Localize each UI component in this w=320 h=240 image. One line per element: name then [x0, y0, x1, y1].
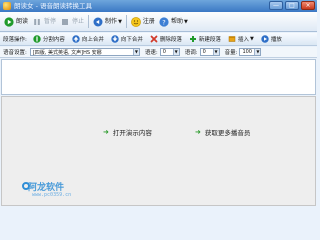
- chevron-down-icon: ▼: [132, 49, 139, 55]
- window-controls: — □ ×: [269, 1, 315, 10]
- help-label: 帮助: [170, 17, 183, 25]
- merge-down-label: 向下合并: [120, 37, 143, 43]
- pitch-select-value: 0: [202, 49, 206, 55]
- plus-icon: [189, 35, 197, 43]
- register-label: 注册: [142, 17, 155, 25]
- speed-select-value: 0: [162, 49, 166, 55]
- insert-label: 插入: [237, 37, 249, 43]
- chevron-down-icon: ▼: [254, 49, 261, 55]
- split-content-label: 分割内容: [42, 37, 65, 43]
- speed-label: 语速:: [144, 50, 158, 56]
- app-icon: [3, 2, 11, 10]
- get-more-voices-link[interactable]: ➜ 获取更多播音员: [195, 127, 250, 137]
- play-icon: [4, 16, 14, 27]
- delete-x-icon: [150, 35, 158, 43]
- text-content-area[interactable]: [1, 59, 316, 95]
- merge-up-label: 向上合并: [81, 37, 104, 43]
- pause-label: 暂停: [44, 17, 57, 25]
- window-title: 朗读女 - 语音朗读转换工具: [14, 2, 92, 10]
- stop-button[interactable]: 停止: [58, 14, 86, 30]
- play-paragraph-label: 播放: [270, 37, 282, 43]
- help-button[interactable]: ? 帮助 ▼: [157, 14, 190, 30]
- insert-icon: [228, 35, 236, 43]
- main-toolbar: 朗读 暂停 停止 制作 ▼ 注册 ? 帮助 ▼: [0, 12, 317, 32]
- arrow-up-icon: [72, 35, 80, 43]
- watermark: 阿龙软件 www.pc0359.cn: [4, 178, 84, 202]
- volume-select-value: 100: [242, 49, 252, 55]
- play-label: 朗读: [16, 17, 29, 25]
- open-demo-content-link[interactable]: ➜ 打开演示内容: [103, 127, 152, 137]
- volume-select[interactable]: 100 ▼: [239, 48, 262, 56]
- chevron-down-icon: ▼: [212, 49, 219, 55]
- minimize-button[interactable]: —: [269, 1, 283, 10]
- pause-icon: [32, 17, 42, 27]
- speed-select[interactable]: 0 ▼: [159, 48, 180, 56]
- volume-label: 音量:: [224, 50, 238, 56]
- merge-up-button[interactable]: 向上合并: [70, 34, 106, 45]
- new-paragraph-button[interactable]: 新建段落: [187, 34, 223, 45]
- chevron-down-icon: ▼: [172, 49, 179, 55]
- chevron-down-icon: ▼: [249, 36, 254, 42]
- toolbar-divider: [88, 15, 90, 28]
- play-button[interactable]: 朗读: [2, 14, 30, 30]
- insert-button[interactable]: 插入 ▼: [226, 34, 256, 45]
- split-icon: [33, 35, 41, 43]
- arrow-down-icon: [111, 35, 119, 43]
- smiley-icon: [131, 16, 141, 27]
- stop-icon: [60, 17, 70, 27]
- pitch-label: 语调:: [184, 50, 198, 56]
- open-demo-content-label: 打开演示内容: [112, 129, 152, 137]
- play-icon: [261, 35, 269, 43]
- merge-down-button[interactable]: 向下合并: [109, 34, 145, 45]
- operations-label: 段落操作:: [3, 37, 27, 43]
- voice-select-value: [四版, 美式英语, 文声]HS 安娜: [32, 49, 102, 56]
- voice-select[interactable]: [四版, 美式英语, 文声]HS 安娜 ▼: [29, 48, 140, 56]
- play-paragraph-button[interactable]: 播放: [259, 34, 284, 45]
- split-content-button[interactable]: 分割内容: [31, 34, 67, 45]
- chevron-down-icon: ▼: [183, 18, 188, 25]
- delete-paragraph-button[interactable]: 删除段落: [148, 34, 184, 45]
- new-paragraph-label: 新建段落: [198, 37, 221, 43]
- make-icon: [93, 17, 103, 27]
- paragraph-operations-bar: 段落操作: 分割内容 向上合并 向下合并 删除段落 新建段落 插入 ▼ 播放: [0, 33, 317, 46]
- maximize-button[interactable]: □: [285, 1, 299, 10]
- stop-label: 停止: [72, 17, 85, 25]
- voice-settings-bar: 语音设置: [四版, 美式英语, 文声]HS 安娜 ▼ 语速: 0 ▼ 语调: …: [0, 47, 317, 58]
- register-button[interactable]: 注册: [129, 14, 157, 30]
- toolbar-divider: [125, 15, 127, 28]
- make-label: 制作: [105, 17, 118, 25]
- pitch-select[interactable]: 0 ▼: [199, 48, 220, 56]
- title-bar: 朗读女 - 语音朗读转换工具 — □ ×: [0, 0, 317, 12]
- arrow-right-icon: ➜: [195, 128, 201, 136]
- arrow-right-icon: ➜: [103, 128, 109, 136]
- voice-settings-label: 语音设置:: [3, 50, 27, 56]
- help-icon: ?: [159, 16, 169, 27]
- pause-button[interactable]: 暂停: [30, 14, 58, 30]
- chevron-down-icon: ▼: [118, 18, 122, 25]
- get-more-voices-label: 获取更多播音员: [204, 129, 251, 137]
- svg-text:?: ?: [162, 18, 165, 26]
- make-button[interactable]: 制作 ▼: [91, 14, 124, 30]
- delete-paragraph-label: 删除段落: [159, 37, 182, 43]
- close-button[interactable]: ×: [301, 1, 315, 10]
- watermark-url: www.pc0359.cn: [32, 192, 72, 198]
